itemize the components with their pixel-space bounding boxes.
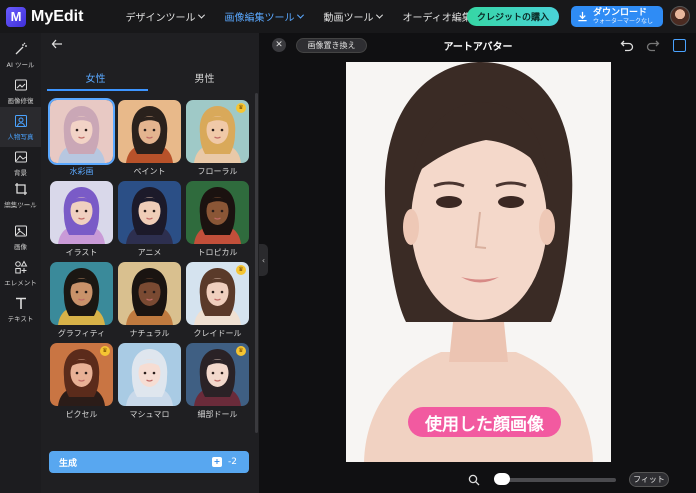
- style-panel: 女性 男性 水彩画 ペイント ♛ フローラルイラスト アニメ トロピカルグラフィティ ナチュ…: [41, 33, 259, 493]
- user-avatar[interactable]: [670, 6, 690, 26]
- rail-divider: [4, 205, 37, 206]
- premium-crown-icon: ♛: [100, 346, 110, 356]
- style-thumbnail: [118, 262, 181, 325]
- style-thumbnail: [186, 181, 249, 244]
- text-icon: [15, 297, 26, 309]
- premium-crown-icon: ♛: [236, 346, 246, 356]
- style-card[interactable]: グラフィティ: [50, 262, 113, 339]
- app-logo[interactable]: M MyEdit: [6, 6, 84, 27]
- logo-mark-icon: M: [6, 6, 26, 27]
- style-card[interactable]: 水彩画: [48, 98, 115, 177]
- style-label: トロピカル: [197, 248, 238, 257]
- style-thumbnail: [50, 262, 113, 325]
- rail-item-elements[interactable]: エレメント: [0, 253, 41, 293]
- generate-label: 生成: [59, 458, 78, 469]
- rail-item-ai-tools[interactable]: AI ツール: [0, 35, 41, 75]
- image-canvas[interactable]: 使用した顔画像: [346, 62, 611, 462]
- style-thumbnail: [118, 343, 181, 406]
- style-card[interactable]: トロピカル: [186, 181, 249, 258]
- premium-crown-icon: ♛: [236, 265, 246, 275]
- style-label: アニメ: [137, 248, 162, 257]
- style-card[interactable]: ペイント: [118, 100, 181, 177]
- chevron-down-icon: [198, 11, 206, 19]
- style-thumbnail: ♛: [186, 343, 249, 406]
- credit-icon: +: [212, 457, 223, 467]
- style-label: クレイドール: [193, 329, 242, 338]
- style-card[interactable]: ♛ ピクセル: [50, 343, 113, 420]
- credit-cost: + -2: [212, 457, 237, 467]
- style-card[interactable]: ナチュラル: [118, 262, 181, 339]
- nav-video-tools[interactable]: 動画ツール: [323, 9, 384, 24]
- photo-label: 使用した顔画像: [408, 407, 561, 437]
- style-thumbnail: [118, 100, 181, 163]
- premium-crown-icon: ♛: [236, 103, 246, 113]
- style-card[interactable]: ♛ 細部ドール: [186, 343, 249, 420]
- panel-scrollbar[interactable]: [255, 93, 258, 433]
- style-card[interactable]: ♛ クレイドール: [186, 262, 249, 339]
- style-thumbnail: ♛: [50, 343, 113, 406]
- style-label: ナチュラル: [129, 329, 170, 338]
- style-label: ペイント: [133, 167, 166, 176]
- background-icon: [14, 151, 27, 162]
- undo-icon[interactable]: [620, 39, 634, 53]
- redo-icon[interactable]: [646, 39, 660, 53]
- replace-image-button[interactable]: 画像置き換え: [296, 38, 367, 53]
- nav-design-tools[interactable]: デザインツール: [125, 9, 206, 24]
- buy-credits-button[interactable]: クレジットの購入: [467, 7, 559, 26]
- style-label: 細部ドール: [197, 410, 238, 419]
- rail-item-image-repair[interactable]: 画像修復: [0, 71, 41, 111]
- style-card[interactable]: アニメ: [118, 181, 181, 258]
- style-thumbnail: ♛: [186, 262, 249, 325]
- active-tab-indicator: [47, 89, 148, 91]
- style-label: グラフィティ: [57, 329, 106, 338]
- rail-item-edit-tools[interactable]: 編集ツール: [0, 175, 41, 215]
- download-button[interactable]: ダウンロード ウォーターマークなし: [571, 6, 663, 27]
- workspace-title: アートアバター: [443, 42, 513, 53]
- crop-icon: [14, 182, 27, 195]
- collapse-panel-handle[interactable]: ‹: [259, 244, 268, 276]
- rail-item-portrait[interactable]: 人物写真: [0, 107, 41, 147]
- rail-item-image[interactable]: 画像: [0, 217, 41, 257]
- elements-icon: [14, 259, 27, 273]
- style-label: イラスト: [65, 248, 98, 257]
- style-card[interactable]: イラスト: [50, 181, 113, 258]
- image-repair-icon: [14, 79, 27, 90]
- top-bar: M MyEdit デザインツール 画像編集ツール 動画ツール オーディオ編集ツー…: [0, 0, 696, 33]
- zoom-slider[interactable]: [496, 478, 616, 482]
- back-arrow-icon[interactable]: [51, 38, 63, 50]
- app-name: MyEdit: [31, 7, 84, 25]
- download-subtitle: ウォーターマークなし: [593, 17, 654, 25]
- style-label: フローラル: [197, 167, 238, 176]
- rail-item-text[interactable]: テキスト: [0, 289, 41, 329]
- zoom-slider-knob[interactable]: [494, 473, 510, 485]
- style-thumbnail: [48, 98, 115, 165]
- zoom-icon: [468, 474, 480, 486]
- gender-tabs: 女性 男性: [41, 63, 259, 91]
- download-icon: [578, 11, 587, 22]
- compare-panel-icon[interactable]: [673, 39, 686, 52]
- tab-female[interactable]: 女性: [41, 63, 150, 91]
- magic-wand-icon: [15, 42, 27, 54]
- tool-rail: AI ツール 画像修復 人物写真 背景 編集ツール 画像 エレメント テキスト: [0, 33, 41, 493]
- style-thumbnail: [118, 181, 181, 244]
- style-thumbnail: ♛: [186, 100, 249, 163]
- style-label: ピクセル: [65, 410, 98, 419]
- style-label: マシュマロ: [129, 410, 170, 419]
- download-title: ダウンロード: [593, 7, 648, 18]
- chevron-down-icon: [297, 11, 305, 19]
- style-label: 水彩画: [69, 167, 94, 176]
- fit-button[interactable]: フィット: [629, 472, 669, 487]
- style-card[interactable]: ♛ フローラル: [186, 100, 249, 177]
- image-icon: [14, 225, 27, 236]
- generate-button[interactable]: 生成 + -2: [49, 451, 249, 473]
- style-thumbnail: [50, 181, 113, 244]
- chevron-down-icon: [376, 11, 384, 19]
- workspace: ✕ 画像置き換え アートアバター 使用した顔画像 フィット: [268, 33, 696, 493]
- close-icon[interactable]: ✕: [272, 38, 286, 52]
- nav-image-edit-tools[interactable]: 画像編集ツール: [224, 9, 305, 24]
- style-card[interactable]: マシュマロ: [118, 343, 181, 420]
- tab-male[interactable]: 男性: [150, 63, 259, 91]
- portrait-photo: [346, 62, 611, 462]
- portrait-icon: [14, 114, 27, 127]
